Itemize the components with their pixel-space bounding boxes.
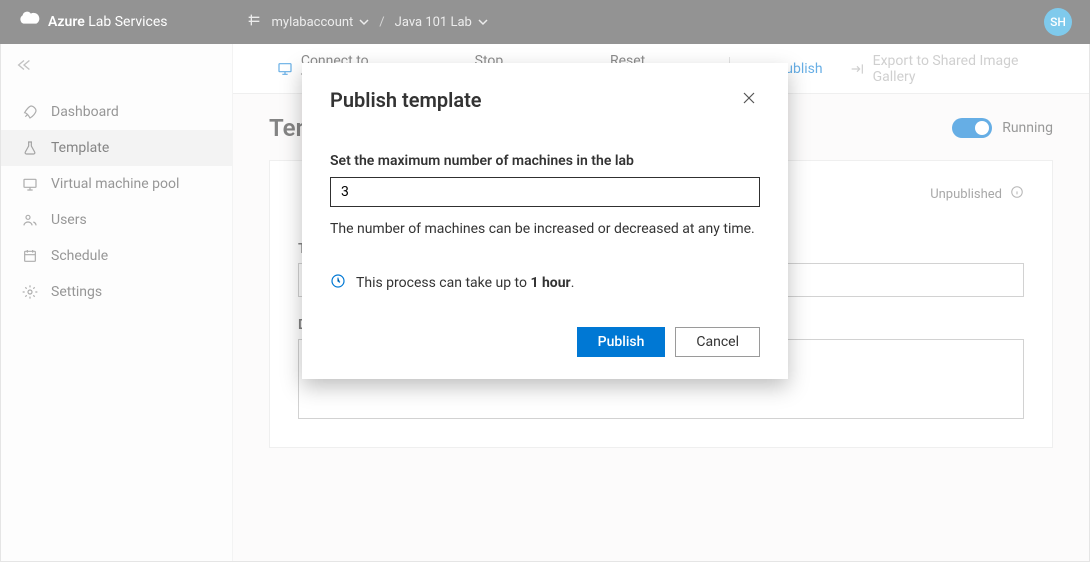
close-icon	[742, 91, 756, 105]
modal-overlay[interactable]: Publish template Set the maximum number …	[0, 0, 1090, 562]
dialog-title: Publish template	[330, 88, 482, 112]
close-button[interactable]	[738, 87, 760, 113]
cancel-button[interactable]: Cancel	[675, 327, 760, 357]
machines-input[interactable]	[330, 177, 760, 207]
machines-help: The number of machines can be increased …	[330, 221, 760, 237]
machines-field-label: Set the maximum number of machines in th…	[330, 153, 760, 169]
clock-icon	[330, 273, 346, 293]
dialog-info: This process can take up to 1 hour.	[330, 273, 760, 293]
dialog-info-text: This process can take up to 1 hour.	[356, 275, 574, 291]
publish-dialog: Publish template Set the maximum number …	[302, 63, 788, 379]
publish-button[interactable]: Publish	[577, 327, 666, 357]
